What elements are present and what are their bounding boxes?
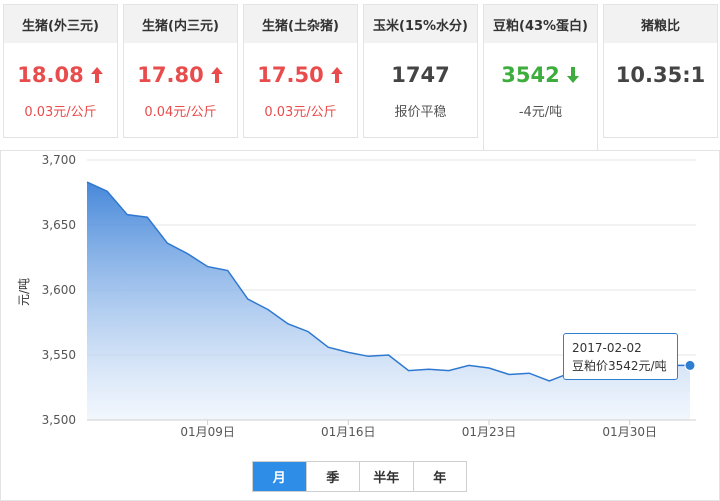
card-change: -4元/吨 — [484, 101, 597, 120]
tab-year[interactable]: 年 — [414, 462, 467, 491]
x-tick-label: 01月30日 — [602, 425, 657, 439]
card-price: 3542 — [484, 63, 597, 87]
range-tabs: 月 季 半年 年 — [252, 461, 467, 492]
tooltip-date: 2017-02-02 — [572, 341, 642, 355]
tab-quarter[interactable]: 季 — [307, 462, 360, 491]
change-value: -4元/吨 — [518, 105, 563, 120]
y-tick-label: 3,650 — [42, 218, 76, 232]
y-axis-label: 元/吨 — [17, 278, 31, 306]
tooltip-value: 豆粕价3542元/吨 — [572, 359, 667, 373]
x-tick-label: 01月09日 — [180, 425, 235, 439]
card-title: 豆粕(43%蛋白) — [484, 5, 597, 43]
x-tick-label: 01月16日 — [321, 425, 376, 439]
data-point-highlight[interactable] — [684, 359, 696, 371]
price-card-selected[interactable]: 豆粕(43%蛋白) 3542 -4元/吨 — [483, 4, 598, 150]
tab-half-year[interactable]: 半年 — [360, 462, 414, 491]
series-area — [87, 182, 690, 420]
price-chart: 3,700 3,650 3,600 3,550 3,500 01月09日 01月16日 01月… — [17, 153, 696, 439]
arrow-down-icon — [566, 67, 579, 83]
y-tick-label: 3,700 — [42, 153, 76, 167]
y-tick-label: 3,550 — [42, 348, 76, 362]
y-tick-label: 3,600 — [42, 283, 76, 297]
y-tick-label: 3,500 — [42, 413, 76, 427]
price-value: 3542 — [501, 63, 560, 87]
chart-tooltip: 2017-02-02 豆粕价3542元/吨 — [563, 333, 678, 380]
x-tick-label: 01月23日 — [462, 425, 517, 439]
tab-month[interactable]: 月 — [253, 462, 307, 491]
